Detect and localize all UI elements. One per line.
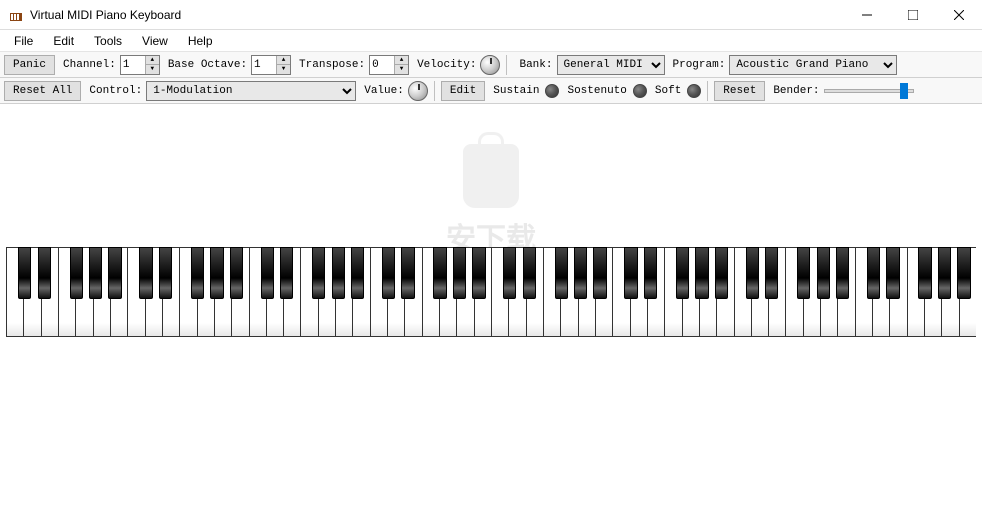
bank-label: Bank: xyxy=(513,59,554,71)
black-key[interactable] xyxy=(836,247,849,299)
menu-file[interactable]: File xyxy=(4,32,43,50)
reset-button[interactable]: Reset xyxy=(714,81,765,101)
separator xyxy=(707,81,708,101)
piano-keyboard[interactable] xyxy=(6,247,976,337)
transpose-label: Transpose: xyxy=(293,59,367,71)
black-key[interactable] xyxy=(817,247,830,299)
black-key[interactable] xyxy=(89,247,102,299)
black-key[interactable] xyxy=(18,247,31,299)
black-key[interactable] xyxy=(644,247,657,299)
menu-tools[interactable]: Tools xyxy=(84,32,132,50)
black-key[interactable] xyxy=(401,247,414,299)
black-key[interactable] xyxy=(139,247,152,299)
channel-input[interactable] xyxy=(121,56,145,74)
program-label: Program: xyxy=(667,59,728,71)
channel-spinbox[interactable]: ▲▼ xyxy=(120,55,160,75)
black-key[interactable] xyxy=(555,247,568,299)
black-key[interactable] xyxy=(624,247,637,299)
black-key[interactable] xyxy=(918,247,931,299)
black-key[interactable] xyxy=(351,247,364,299)
reset-all-button[interactable]: Reset All xyxy=(4,81,81,101)
control-select[interactable]: 1-Modulation xyxy=(146,81,356,101)
bender-slider[interactable] xyxy=(824,89,914,93)
edit-button[interactable]: Edit xyxy=(441,81,485,101)
black-key[interactable] xyxy=(676,247,689,299)
base-octave-down[interactable]: ▼ xyxy=(277,65,290,74)
minimize-button[interactable] xyxy=(844,0,890,30)
black-key[interactable] xyxy=(957,247,970,299)
black-key[interactable] xyxy=(453,247,466,299)
black-key[interactable] xyxy=(38,247,51,299)
channel-down[interactable]: ▼ xyxy=(146,65,159,74)
black-key[interactable] xyxy=(523,247,536,299)
transpose-input[interactable] xyxy=(370,56,394,74)
base-octave-input[interactable] xyxy=(252,56,276,74)
black-key[interactable] xyxy=(472,247,485,299)
black-key[interactable] xyxy=(230,247,243,299)
black-key[interactable] xyxy=(159,247,172,299)
channel-up[interactable]: ▲ xyxy=(146,56,159,65)
window-title: Virtual MIDI Piano Keyboard xyxy=(30,8,844,22)
sustain-label: Sustain xyxy=(487,85,541,97)
control-label: Control: xyxy=(83,85,144,97)
app-icon xyxy=(8,7,24,23)
black-key[interactable] xyxy=(332,247,345,299)
black-key[interactable] xyxy=(312,247,325,299)
sostenuto-label: Sostenuto xyxy=(561,85,628,97)
transpose-spinbox[interactable]: ▲▼ xyxy=(369,55,409,75)
black-key[interactable] xyxy=(797,247,810,299)
bender-thumb[interactable] xyxy=(900,83,908,99)
black-key[interactable] xyxy=(593,247,606,299)
black-key[interactable] xyxy=(765,247,778,299)
separator xyxy=(434,81,435,101)
black-key[interactable] xyxy=(280,247,293,299)
bender-label: Bender: xyxy=(767,85,821,97)
velocity-label: Velocity: xyxy=(411,59,478,71)
black-key[interactable] xyxy=(695,247,708,299)
separator xyxy=(506,55,507,75)
black-key[interactable] xyxy=(746,247,759,299)
sostenuto-led[interactable] xyxy=(633,84,647,98)
black-key[interactable] xyxy=(503,247,516,299)
value-knob[interactable] xyxy=(408,81,428,101)
bank-select[interactable]: General MIDI xyxy=(557,55,665,75)
menu-view[interactable]: View xyxy=(132,32,178,50)
base-octave-label: Base Octave: xyxy=(162,59,249,71)
program-select[interactable]: Acoustic Grand Piano xyxy=(729,55,897,75)
menu-help[interactable]: Help xyxy=(178,32,223,50)
black-key[interactable] xyxy=(108,247,121,299)
black-key[interactable] xyxy=(867,247,880,299)
value-label: Value: xyxy=(358,85,406,97)
sustain-led[interactable] xyxy=(545,84,559,98)
soft-label: Soft xyxy=(649,85,683,97)
panic-button[interactable]: Panic xyxy=(4,55,55,75)
black-key[interactable] xyxy=(382,247,395,299)
close-button[interactable] xyxy=(936,0,982,30)
transpose-down[interactable]: ▼ xyxy=(395,65,408,74)
soft-led[interactable] xyxy=(687,84,701,98)
black-key[interactable] xyxy=(886,247,899,299)
maximize-button[interactable] xyxy=(890,0,936,30)
black-key[interactable] xyxy=(574,247,587,299)
transpose-up[interactable]: ▲ xyxy=(395,56,408,65)
base-octave-spinbox[interactable]: ▲▼ xyxy=(251,55,291,75)
menu-edit[interactable]: Edit xyxy=(43,32,84,50)
black-key[interactable] xyxy=(938,247,951,299)
black-key[interactable] xyxy=(191,247,204,299)
black-key[interactable] xyxy=(261,247,274,299)
black-key[interactable] xyxy=(70,247,83,299)
content-area: 安下载 anxz.com xyxy=(0,104,982,504)
black-key[interactable] xyxy=(715,247,728,299)
base-octave-up[interactable]: ▲ xyxy=(277,56,290,65)
channel-label: Channel: xyxy=(57,59,118,71)
black-key[interactable] xyxy=(433,247,446,299)
velocity-knob[interactable] xyxy=(480,55,500,75)
black-key[interactable] xyxy=(210,247,223,299)
